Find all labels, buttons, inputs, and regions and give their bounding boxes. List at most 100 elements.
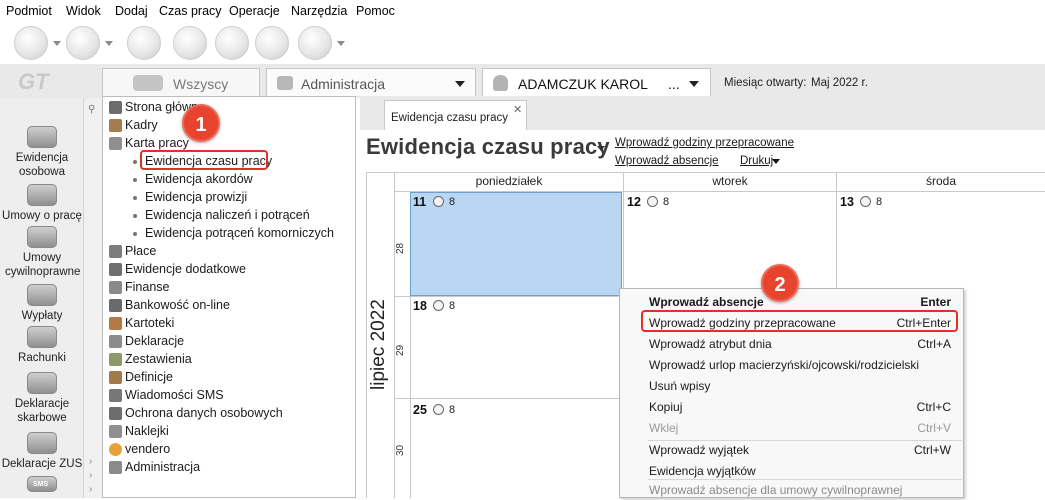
tree-item-label: Karta pracy bbox=[125, 136, 189, 150]
nav-ewidencja-osobowa[interactable]: Ewidencja osobowa bbox=[0, 126, 84, 179]
report-icon bbox=[109, 353, 122, 366]
employee-name: ADAMCZUK KAROL bbox=[518, 76, 648, 92]
menu-podmiot[interactable]: Podmiot bbox=[6, 4, 52, 18]
menu-item-paste[interactable]: Wklej Ctrl+V bbox=[620, 417, 963, 438]
calendar-day-cell[interactable] bbox=[837, 192, 1045, 288]
link-enter-absence[interactable]: Wprowadź absencje bbox=[615, 155, 719, 167]
calendar-day-cell[interactable] bbox=[624, 192, 836, 288]
bullet-icon bbox=[133, 214, 137, 218]
month-open-value: Maj 2022 r. bbox=[811, 77, 868, 89]
tree-item-label: Zestawienia bbox=[125, 352, 192, 366]
tab-label: Ewidencja czasu pracy bbox=[391, 112, 508, 124]
nav-deklaracje-skarbowe[interactable]: Deklaracje skarbowe bbox=[0, 372, 84, 425]
day-header-tuesday: wtorek bbox=[712, 174, 748, 188]
menu-item-day-attribute[interactable]: Wprowadź atrybut dnia Ctrl+A bbox=[620, 333, 963, 354]
day-number: 25 bbox=[413, 403, 427, 417]
key-icon[interactable] bbox=[173, 26, 207, 60]
day-number: 12 bbox=[627, 195, 641, 209]
nav-umowy-cywilnoprawne[interactable]: Umowy cywilnoprawne bbox=[0, 226, 84, 279]
menu-item-shortcut: Ctrl+A bbox=[917, 337, 951, 351]
tab-administracja[interactable]: Administracja bbox=[266, 68, 476, 96]
chevron-right-icon[interactable]: › bbox=[89, 484, 92, 495]
menu-item-label: Wprowadź atrybut dnia bbox=[649, 337, 772, 351]
sms-icon: SMS bbox=[27, 476, 57, 492]
week-number: 29 bbox=[395, 344, 406, 356]
close-icon[interactable]: ✕ bbox=[513, 103, 522, 116]
menu-item-shortcut: Enter bbox=[920, 295, 951, 309]
back-dropdown-icon[interactable] bbox=[53, 41, 61, 46]
menu-operacje[interactable]: Operacje bbox=[229, 4, 280, 18]
tree-item-label: Ewidencja akordów bbox=[145, 172, 253, 186]
toolbar bbox=[0, 22, 1045, 64]
week-number: 30 bbox=[395, 444, 406, 456]
calculator-icon[interactable] bbox=[127, 26, 161, 60]
nav-umowy-o-prace[interactable]: Umowy o pracę bbox=[0, 184, 84, 223]
help-dropdown-icon[interactable] bbox=[337, 41, 345, 46]
nav-deklaracje-zus[interactable]: Deklaracje ZUS bbox=[0, 432, 84, 471]
help-icon[interactable] bbox=[298, 26, 332, 60]
chevron-down-icon[interactable] bbox=[597, 146, 605, 151]
month-open-label: Miesiąc otwarty: bbox=[724, 77, 807, 89]
tax-icon bbox=[27, 372, 57, 394]
nav-sms[interactable]: SMS bbox=[0, 476, 84, 495]
page-title[interactable]: Ewidencja czasu pracy bbox=[366, 134, 610, 160]
bullet-icon bbox=[133, 196, 137, 200]
vendero-icon bbox=[109, 443, 122, 456]
menu-item-copy[interactable]: Kopiuj Ctrl+C bbox=[620, 396, 963, 417]
printer-icon[interactable] bbox=[255, 26, 289, 60]
home-icon bbox=[109, 101, 122, 114]
chevron-right-icon[interactable]: › bbox=[89, 456, 92, 467]
menu-dodaj[interactable]: Dodaj bbox=[115, 4, 148, 18]
menu-czas-pracy[interactable]: Czas pracy bbox=[159, 4, 222, 18]
pin-icon[interactable]: ⚲ bbox=[88, 104, 95, 115]
link-enter-hours[interactable]: Wprowadź godziny przepracowane bbox=[615, 137, 794, 149]
tree-item-label: Wiadomości SMS bbox=[125, 388, 224, 402]
tree-item-label: Ewidencje dodatkowe bbox=[125, 262, 246, 276]
calendar-day-cell[interactable] bbox=[411, 297, 619, 398]
tree-item-label: Płace bbox=[125, 244, 157, 258]
finance-icon bbox=[109, 281, 122, 294]
tree-item-label: Ewidencja potrąceń komorniczych bbox=[145, 226, 334, 240]
left-navigation: Ewidencja osobowa Umowy o pracę Umowy cy… bbox=[0, 98, 84, 498]
tree-item-label: vendero bbox=[125, 442, 171, 456]
menu-item-parental-leave[interactable]: Wprowadź urlop macierzyński/ojcowski/rod… bbox=[620, 354, 963, 375]
chevron-down-icon[interactable] bbox=[455, 81, 465, 87]
menu-item-label: Wprowadź absencje bbox=[649, 295, 764, 309]
menu-item-exception-records[interactable]: Ewidencja wyjątków bbox=[620, 460, 963, 481]
calendar-day-cell[interactable] bbox=[411, 399, 619, 498]
nav-wyplaty[interactable]: Wypłaty bbox=[0, 284, 84, 323]
menu-item-label: Usuń wpisy bbox=[649, 379, 711, 393]
menu-item-label: Kopiuj bbox=[649, 400, 683, 414]
nav-label: Deklaracje skarbowe bbox=[14, 398, 70, 424]
header-strip: GT Wszyscy Administracja ADAMCZUK KAROL … bbox=[0, 64, 1045, 98]
back-icon[interactable] bbox=[14, 26, 48, 60]
tree-item-label: Bankowość on-line bbox=[125, 298, 230, 312]
menu-widok[interactable]: Widok bbox=[66, 4, 101, 18]
chevron-down-icon[interactable] bbox=[772, 159, 780, 164]
forward-dropdown-icon[interactable] bbox=[105, 41, 113, 46]
print-button[interactable]: Drukuj bbox=[740, 155, 773, 167]
chevron-down-icon[interactable] bbox=[689, 81, 699, 87]
tree-collapse-strip[interactable]: ⚲ › › › bbox=[84, 98, 102, 498]
menu-bar: Podmiot Widok Dodaj Czas pracy Operacje … bbox=[0, 0, 1045, 22]
nav-rachunki[interactable]: Rachunki bbox=[0, 326, 84, 365]
tab-employee[interactable]: ADAMCZUK KAROL ... bbox=[482, 68, 711, 96]
chevron-right-icon[interactable]: › bbox=[89, 470, 92, 481]
shield-icon bbox=[109, 407, 122, 420]
day-hours: 8 bbox=[663, 196, 670, 208]
menu-item-delete-entries[interactable]: Usuń wpisy bbox=[620, 375, 963, 396]
tab-ewidencja-czasu-pracy[interactable]: Ewidencja czasu pracy ✕ bbox=[384, 100, 527, 130]
calendar-day-cell-selected[interactable] bbox=[410, 192, 622, 296]
contract-icon bbox=[27, 184, 57, 206]
menu-item-enter-exception[interactable]: Wprowadź wyjątek Ctrl+W bbox=[620, 439, 963, 460]
tree-item-label: Deklaracje bbox=[125, 334, 185, 348]
forward-icon[interactable] bbox=[66, 26, 100, 60]
bullet-icon bbox=[133, 178, 137, 182]
clock-icon bbox=[647, 196, 658, 207]
menu-item-civil-contract-absence[interactable]: Wprowadź absencje dla umowy cywilnoprawn… bbox=[620, 479, 963, 500]
menu-narzedzia[interactable]: Narzędzia bbox=[291, 4, 347, 18]
employee-more[interactable]: ... bbox=[668, 76, 680, 92]
menu-pomoc[interactable]: Pomoc bbox=[356, 4, 395, 18]
tab-wszyscy[interactable]: Wszyscy bbox=[102, 68, 260, 96]
keys-icon[interactable] bbox=[215, 26, 249, 60]
